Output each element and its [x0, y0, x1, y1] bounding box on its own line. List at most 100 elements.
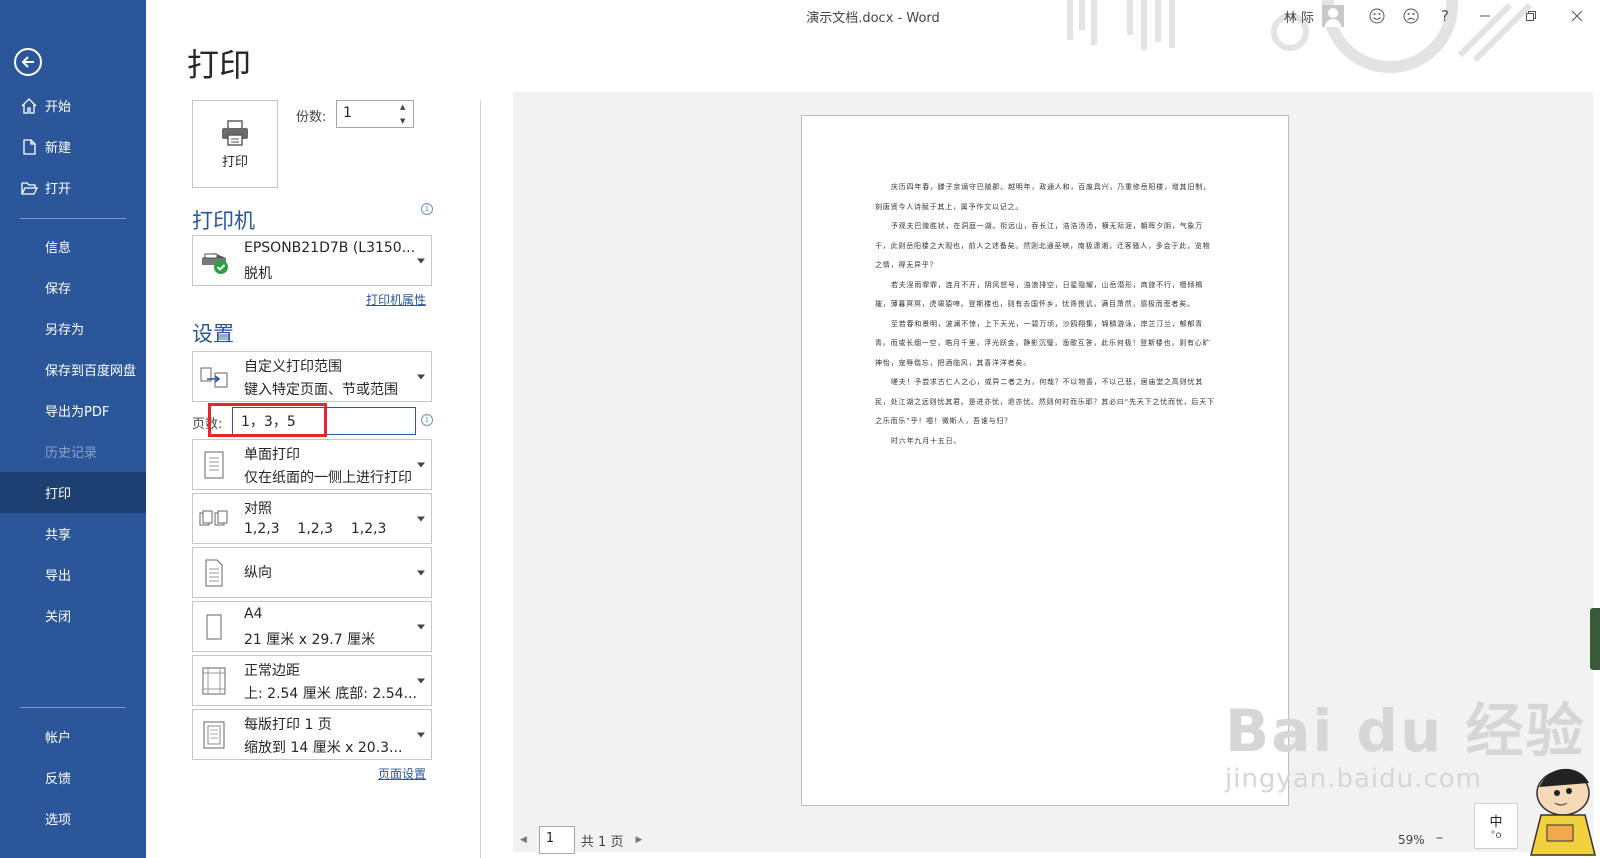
sidebar-item-feedback[interactable]: 反馈: [0, 757, 146, 798]
paper-size-subtitle: 21 厘米 x 29.7 厘米: [244, 632, 376, 648]
avatar[interactable]: [1322, 5, 1344, 27]
orientation-dropdown[interactable]: 纵向: [192, 547, 432, 598]
sidebar-item-save-as[interactable]: 另存为: [0, 308, 146, 349]
pages-per-sheet-title: 每版打印 1 页: [244, 717, 332, 733]
chevron-down-icon: [417, 258, 425, 263]
preview-paragraph: 予观夫巴陵胜状，在洞庭一湖。衔远山，吞长江，浩浩汤汤，横无际涯，朝晖夕阴，气象万…: [875, 222, 1211, 269]
print-preview-page: 庆历四年春，滕子京谪守巴陵郡。越明年，政通人和，百废具兴，乃重修岳阳楼，增其旧制…: [801, 115, 1289, 806]
new-document-icon: [23, 139, 36, 155]
spinner-up-icon[interactable]: ▲: [400, 103, 410, 111]
next-page-icon[interactable]: ▶: [635, 835, 642, 845]
sidebar-item-label: 另存为: [45, 323, 85, 338]
spinner-down-icon[interactable]: ▼: [400, 117, 410, 125]
zoom-out-button[interactable]: –: [1436, 830, 1443, 846]
user-name[interactable]: 林 际: [1284, 7, 1314, 26]
copies-spinner[interactable]: ▲ ▼: [400, 103, 410, 125]
printer-status-icon: [202, 252, 228, 274]
sidebar-item-new[interactable]: 新建: [0, 126, 146, 167]
paper-size-icon: [206, 614, 222, 639]
frown-feedback-button[interactable]: [1394, 0, 1428, 32]
panel-divider: [480, 100, 481, 858]
sidebar-item-close[interactable]: 关闭: [0, 595, 146, 636]
print-button-label: 打印: [221, 154, 248, 170]
pages-per-sheet-icon: [203, 721, 225, 748]
sidebar-item-save[interactable]: 保存: [0, 267, 146, 308]
sidebar-item-label: 开始: [45, 100, 72, 115]
pages-info-icon[interactable]: i: [421, 414, 433, 426]
minimize-button[interactable]: [1462, 0, 1508, 32]
close-window-button[interactable]: [1554, 0, 1600, 32]
close-icon: [1571, 10, 1583, 22]
pages-input[interactable]: 1，3，5: [232, 407, 416, 435]
collate-title: 对照: [244, 501, 272, 517]
paper-size-dropdown[interactable]: A4 21 厘米 x 29.7 厘米: [192, 601, 432, 652]
chevron-down-icon: [417, 516, 425, 521]
sidebar-item-info[interactable]: 信息: [0, 226, 146, 267]
ime-indicator[interactable]: 中 °o: [1474, 803, 1518, 849]
pages-per-sheet-subtitle: 缩放到 14 厘米 x 20.3...: [244, 740, 403, 756]
page-setup-link[interactable]: 页面设置: [378, 765, 426, 782]
printer-properties-link[interactable]: 打印机属性: [366, 291, 426, 308]
sidebar-item-save-to-baidu[interactable]: 保存到百度网盘: [0, 349, 146, 390]
collate-dropdown[interactable]: 对照 1,2,3 1,2,3 1,2,3: [192, 493, 432, 544]
help-button[interactable]: ?: [1428, 0, 1462, 32]
smile-feedback-button[interactable]: [1360, 0, 1394, 32]
print-button[interactable]: 打印: [192, 100, 278, 188]
preview-paragraph: 庆历四年春，滕子京谪守巴陵郡。越明年，政通人和，百废具兴，乃重修岳阳楼，增其旧制…: [875, 183, 1211, 211]
sidebar-item-home[interactable]: 开始: [0, 85, 146, 126]
previous-page-icon[interactable]: ◀: [520, 835, 527, 845]
title-bar-controls: 林 际 ?: [1284, 0, 1600, 32]
collated-pages-icon: [199, 510, 228, 525]
sidebar-item-share[interactable]: 共享: [0, 513, 146, 554]
sidebar-item-label: 打印: [45, 487, 72, 502]
margins-title: 正常边距: [244, 663, 300, 679]
printer-icon: [222, 119, 248, 146]
sidebar-item-open[interactable]: 打开: [0, 167, 146, 208]
printer-info-icon[interactable]: i: [421, 203, 433, 215]
sides-dropdown[interactable]: 单面打印 仅在纸面的一侧上进行打印: [192, 439, 432, 490]
chevron-down-icon: [417, 462, 425, 467]
back-button[interactable]: [14, 48, 42, 76]
home-icon: [21, 98, 37, 114]
sidebar-item-label: 帐户: [45, 731, 72, 746]
page-title: 打印: [187, 46, 252, 84]
print-range-dropdown[interactable]: 自定义打印范围 键入特定页面、节或范围: [192, 351, 432, 402]
margins-dropdown[interactable]: 正常边距 上: 2.54 厘米 底部: 2.54...: [192, 655, 432, 706]
sides-title: 单面打印: [244, 447, 300, 463]
sidebar-item-label: 导出: [45, 569, 72, 584]
arrow-left-icon: [21, 56, 34, 68]
collate-subtitle: 1,2,3 1,2,3 1,2,3: [244, 521, 387, 537]
ime-sub-label: °o: [1490, 830, 1502, 841]
sidebar-divider: [20, 707, 126, 708]
preview-paragraph: 若夫淫雨霏霏，连月不开，阴风怒号，浊浪排空，日星隐耀，山岳潜形，商旅不行，樯倾楫…: [875, 280, 1203, 309]
preview-paragraph: 至若春和景明，波澜不惊，上下天光，一碧万顷，沙鸥翔集，锦鳞游泳，岸芷汀兰，郁郁青…: [875, 319, 1211, 367]
custom-range-icon: [200, 367, 228, 387]
sidebar-item-export[interactable]: 导出: [0, 554, 146, 595]
single-sided-icon: [204, 451, 224, 478]
sidebar-item-print[interactable]: 打印: [0, 472, 146, 513]
margins-icon: [202, 667, 226, 694]
minimize-icon: [1480, 15, 1490, 17]
sidebar-item-label: 新建: [45, 141, 72, 156]
zoom-level[interactable]: 59%: [1398, 833, 1425, 847]
side-scroll-handle[interactable]: [1590, 608, 1600, 670]
frown-icon: [1403, 8, 1419, 24]
restore-button[interactable]: [1508, 0, 1554, 32]
printer-dropdown[interactable]: EPSONB21D7B (L3150... 脱机: [192, 235, 432, 286]
ime-mode-label: 中: [1489, 815, 1503, 830]
sidebar-item-history: 历史记录: [0, 431, 146, 472]
sidebar-item-label: 打开: [45, 182, 72, 197]
mascot-illustration: [1530, 768, 1596, 856]
sidebar-item-options[interactable]: 选项: [0, 798, 146, 839]
sidebar-item-export-pdf[interactable]: 导出为PDF: [0, 390, 146, 431]
pages-per-sheet-dropdown[interactable]: 每版打印 1 页 缩放到 14 厘米 x 20.3...: [192, 709, 432, 760]
sidebar-item-label: 保存到百度网盘: [45, 364, 137, 379]
current-page-input[interactable]: 1: [538, 826, 575, 854]
settings-section-title: 设置: [192, 322, 234, 346]
sidebar-item-label: 信息: [45, 241, 72, 256]
chevron-down-icon: [417, 570, 425, 575]
sides-subtitle: 仅在纸面的一侧上进行打印: [244, 470, 412, 486]
sidebar-item-account[interactable]: 帐户: [0, 716, 146, 757]
preview-paragraph: 时六年九月十五日。: [891, 436, 962, 445]
copies-label: 份数:: [296, 110, 327, 125]
